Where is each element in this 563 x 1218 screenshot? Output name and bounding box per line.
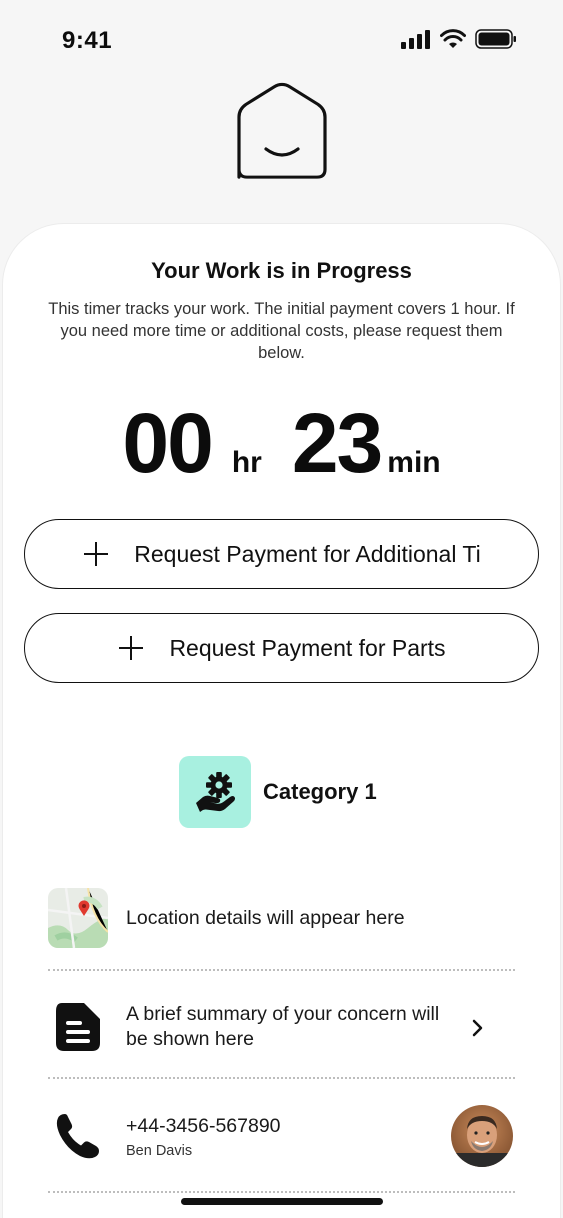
phone-number: +44-3456-567890	[126, 1114, 281, 1137]
work-timer: 00 hr 23 min	[0, 398, 563, 488]
divider	[48, 969, 515, 971]
phone-icon-wrap	[48, 1111, 108, 1161]
signal-icon	[401, 30, 430, 49]
category: Category 1	[179, 756, 377, 828]
category-icon-box	[179, 756, 251, 828]
request-additional-time-label: Request Payment for Additional Ti	[134, 540, 481, 567]
chevron-right-icon[interactable]	[471, 1019, 485, 1037]
battery-icon	[475, 29, 516, 49]
location-text: Location details will appear here	[126, 906, 405, 929]
home-indicator[interactable]	[181, 1198, 383, 1205]
document-icon	[56, 1003, 100, 1051]
house-smile-icon	[231, 82, 333, 184]
page-title: Your Work is in Progress	[151, 258, 412, 283]
summary-text: A brief summary of your concern will be …	[126, 1003, 440, 1050]
timer-minutes: 23	[291, 396, 383, 490]
timer-minutes-unit: min	[387, 446, 441, 479]
progress-description: This timer tracks your work. The initial…	[48, 300, 515, 362]
avatar[interactable]	[451, 1105, 513, 1167]
summary-row[interactable]: A brief summary of your concern will be …	[48, 997, 515, 1057]
location-row[interactable]: Location details will appear here	[48, 888, 515, 948]
timer-hours: 00	[122, 396, 213, 490]
map-thumbnail	[48, 888, 108, 948]
contact-row[interactable]: +44-3456-567890 Ben Davis	[48, 1108, 515, 1164]
hand-gear-icon	[196, 772, 236, 812]
timer-hours-unit: hr	[231, 446, 262, 479]
phone-icon[interactable]	[53, 1111, 103, 1161]
contact-info: +44-3456-567890 Ben Davis	[126, 1114, 281, 1159]
plus-icon	[119, 636, 144, 660]
request-additional-time-button[interactable]: Request Payment for Additional Ti	[24, 519, 539, 589]
status-bar: 9:41	[0, 0, 563, 80]
status-time: 9:41	[62, 27, 113, 54]
request-parts-button[interactable]: Request Payment for Parts	[24, 613, 539, 683]
category-label: Category 1	[263, 779, 377, 804]
document-icon-wrap	[48, 1001, 108, 1053]
plus-icon	[84, 542, 109, 566]
status-icons	[401, 28, 517, 50]
divider	[48, 1077, 515, 1079]
contact-name: Ben Davis	[126, 1142, 193, 1159]
request-parts-label: Request Payment for Parts	[169, 634, 446, 661]
wifi-icon	[440, 29, 466, 48]
divider	[48, 1191, 515, 1193]
progress-card	[2, 223, 561, 1218]
